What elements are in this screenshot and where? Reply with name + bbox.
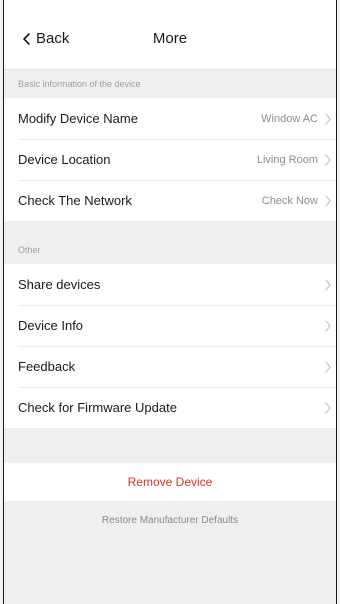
row-label: Share devices [18, 277, 101, 292]
section-header-basic: Basic information of the device [18, 79, 141, 89]
section-header-other: Other [18, 245, 41, 255]
chevron-right-icon [325, 153, 331, 166]
firmware-update-row[interactable]: Check for Firmware Update [4, 387, 336, 428]
row-label: Check for Firmware Update [18, 400, 177, 415]
chevron-right-icon [325, 112, 331, 125]
row-value: Check Now [261, 194, 318, 207]
row-value: Window AC [261, 112, 318, 125]
other-group: Share devices Device Info Feedback Check… [4, 264, 336, 428]
chevron-right-icon [325, 194, 331, 207]
feedback-row[interactable]: Feedback [4, 346, 336, 387]
nav-bar: Back More [4, 0, 336, 70]
row-value: Living Room [256, 153, 318, 166]
check-network-row[interactable]: Check The Network Check Now [4, 180, 336, 221]
chevron-right-icon [325, 319, 331, 332]
restore-defaults-button[interactable]: Restore Manufacturer Defaults [4, 515, 336, 526]
remove-device-button[interactable]: Remove Device [4, 463, 336, 501]
basic-info-group: Modify Device Name Window AC Device Loca… [4, 98, 336, 221]
chevron-right-icon [325, 401, 331, 414]
row-label: Check The Network [18, 193, 132, 208]
row-label: Feedback [18, 359, 76, 374]
device-info-row[interactable]: Device Info [4, 305, 336, 346]
screen: Back More Basic information of the devic… [3, 0, 337, 604]
page-title: More [152, 30, 188, 47]
row-label: Device Location [18, 152, 111, 167]
modify-device-name-row[interactable]: Modify Device Name Window AC [4, 98, 336, 139]
device-location-row[interactable]: Device Location Living Room [4, 139, 336, 180]
chevron-right-icon [325, 360, 331, 373]
share-devices-row[interactable]: Share devices [4, 264, 336, 305]
row-label: Modify Device Name [18, 111, 138, 126]
row-label: Device Info [18, 318, 84, 333]
chevron-right-icon [325, 278, 331, 291]
